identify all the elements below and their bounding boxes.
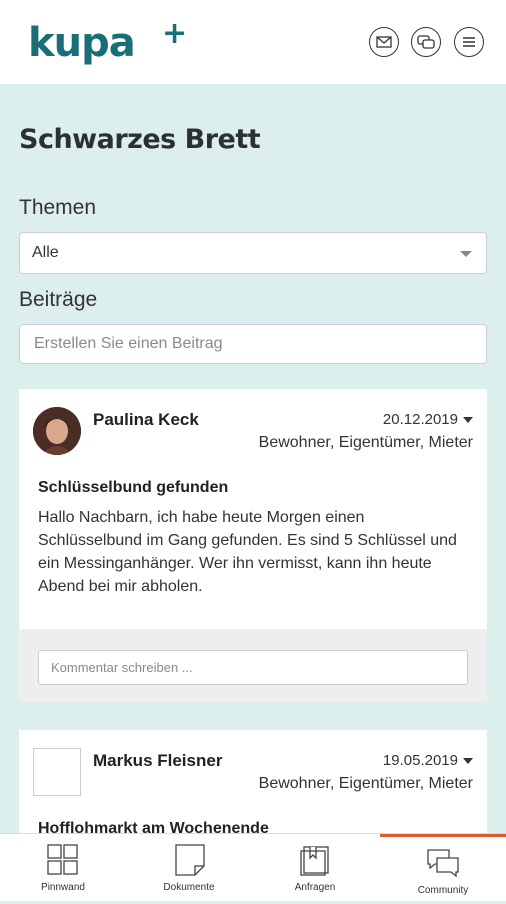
app-header: kupa + bbox=[0, 0, 506, 84]
document-icon bbox=[175, 844, 205, 876]
create-post-input[interactable]: Erstellen Sie einen Beitrag bbox=[19, 324, 487, 364]
post-date-text: 19.05.2019 bbox=[382, 752, 458, 769]
comment-area: Kommentar schreiben ... bbox=[19, 629, 487, 702]
chevron-down-icon bbox=[460, 251, 472, 257]
nav-label: Pinnwand bbox=[41, 882, 85, 893]
chat-icon[interactable] bbox=[411, 27, 441, 57]
post-roles: Bewohner, Eigentümer, Mieter bbox=[258, 434, 473, 451]
grid-icon bbox=[47, 844, 78, 875]
post-roles: Bewohner, Eigentümer, Mieter bbox=[258, 775, 473, 792]
post-date-text: 20.12.2019 bbox=[382, 411, 458, 428]
comment-input[interactable]: Kommentar schreiben ... bbox=[38, 650, 468, 685]
bottom-nav: Pinnwand Dokumente Anfragen Community bbox=[0, 833, 506, 901]
post-title: Schlüsselbund gefunden bbox=[38, 479, 229, 496]
post-date[interactable]: 20.12.2019 bbox=[383, 411, 473, 428]
posts-label: Beiträge bbox=[19, 288, 98, 311]
nav-item-anfragen[interactable]: Anfragen bbox=[252, 834, 378, 901]
avatar-placeholder[interactable] bbox=[33, 748, 81, 796]
nav-label: Community bbox=[417, 885, 469, 896]
logo-plus-icon: + bbox=[162, 16, 188, 51]
post-author[interactable]: Markus Fleisner bbox=[93, 751, 222, 771]
avatar[interactable] bbox=[33, 407, 81, 455]
page-title: Schwarzes Brett bbox=[19, 124, 261, 155]
nav-item-pinnwand[interactable]: Pinnwand bbox=[0, 834, 126, 901]
post-card: Markus Fleisner 19.05.2019 Bewohner, Eig… bbox=[19, 730, 487, 837]
post-date[interactable]: 19.05.2019 bbox=[383, 752, 473, 769]
kupa-logo[interactable]: kupa bbox=[28, 20, 136, 66]
nav-item-community[interactable]: Community bbox=[380, 834, 506, 904]
post-body: Hallo Nachbarn, ich habe heute Morgen ei… bbox=[38, 509, 457, 595]
post-author[interactable]: Paulina Keck bbox=[93, 410, 199, 430]
nav-label: Anfragen bbox=[294, 882, 336, 893]
topics-label: Themen bbox=[19, 196, 97, 219]
topics-select[interactable]: Alle bbox=[19, 232, 487, 274]
topics-select-value: Alle bbox=[32, 244, 59, 261]
create-post-placeholder: Erstellen Sie einen Beitrag bbox=[34, 335, 223, 352]
menu-icon[interactable] bbox=[454, 27, 484, 57]
caret-down-icon bbox=[463, 417, 473, 424]
comment-placeholder: Kommentar schreiben ... bbox=[51, 660, 193, 675]
community-icon bbox=[427, 849, 459, 878]
requests-icon bbox=[300, 846, 329, 876]
mail-icon[interactable] bbox=[369, 27, 399, 57]
caret-down-icon bbox=[463, 758, 473, 765]
nav-item-dokumente[interactable]: Dokumente bbox=[126, 834, 252, 901]
post-card: Paulina Keck 20.12.2019 Bewohner, Eigent… bbox=[19, 389, 487, 702]
nav-label: Dokumente bbox=[163, 882, 215, 893]
